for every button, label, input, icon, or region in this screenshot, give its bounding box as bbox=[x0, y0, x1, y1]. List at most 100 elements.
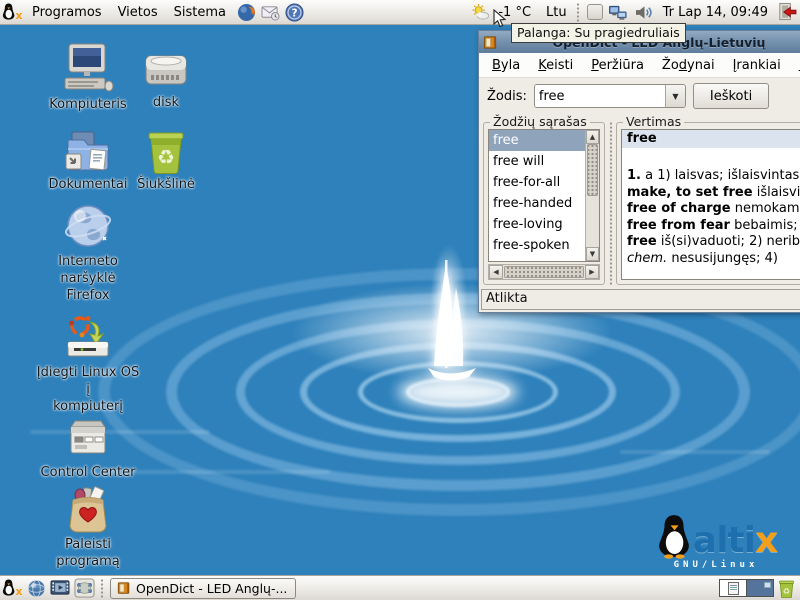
svg-text:x: x bbox=[15, 585, 22, 598]
panel-drag-handle[interactable] bbox=[574, 3, 583, 22]
menubar-item-byla[interactable]: Byla bbox=[483, 55, 529, 76]
watermark-brand-text: alti bbox=[693, 523, 755, 559]
desktop-icon-label: Šiukšlinė bbox=[137, 177, 195, 194]
menubar-item-keisti[interactable]: Keisti bbox=[529, 55, 582, 76]
desktop-icon-run-program[interactable]: Paleisti programą bbox=[36, 486, 140, 571]
combobox-dropdown-button[interactable]: ▼ bbox=[665, 85, 685, 107]
clock[interactable]: Tr Lap 14, 09:49 bbox=[660, 5, 771, 20]
taskbar-window-label: OpenDict - LED Anglų-... bbox=[136, 581, 287, 596]
horizontal-scrollbar[interactable]: ◀ ▶ bbox=[488, 264, 600, 280]
svg-text:♻: ♻ bbox=[157, 145, 175, 169]
watermark-subtitle: GNU/Linux bbox=[640, 560, 792, 570]
trash-applet-icon[interactable]: ♻ bbox=[774, 577, 798, 599]
desktop-icon-label: Interneto naršyklė Firefox bbox=[36, 254, 140, 305]
workspace-window-thumbnail bbox=[728, 582, 739, 595]
desktop-icon-control-center[interactable]: Control Center bbox=[36, 420, 140, 482]
web-globe-icon bbox=[63, 201, 113, 251]
documents-folder-icon bbox=[62, 128, 114, 174]
desktop-icon-label: Control Center bbox=[41, 465, 136, 482]
desktop-icon-disk[interactable]: disk bbox=[114, 48, 218, 112]
word-list-item[interactable]: free-loving bbox=[489, 214, 585, 235]
panel-drag-handle[interactable] bbox=[97, 579, 106, 598]
word-combobox: ▼ bbox=[534, 84, 686, 108]
pane-splitter[interactable] bbox=[607, 122, 614, 285]
search-label: Žodis: bbox=[487, 89, 527, 104]
word-list-item[interactable]: free-handed bbox=[489, 193, 585, 214]
scrollbar-thumb[interactable] bbox=[504, 266, 584, 278]
word-list-item[interactable]: free will bbox=[489, 151, 585, 172]
translation-view[interactable]: free 1. a 1) laisvas; išlaisvintas; toma… bbox=[621, 129, 800, 280]
word-input[interactable] bbox=[535, 85, 665, 107]
word-list-item[interactable]: free-for-all bbox=[489, 172, 585, 193]
firefox-launcher-icon[interactable] bbox=[234, 1, 258, 23]
watermark-brand-x: x bbox=[755, 523, 777, 559]
baltix-menu-icon[interactable]: x bbox=[0, 1, 24, 23]
svg-text:♻: ♻ bbox=[782, 585, 789, 595]
translation-frame: Vertimas free 1. a 1) laisvas; išlaisvin… bbox=[616, 122, 800, 285]
menu-programos[interactable]: Programos bbox=[24, 3, 110, 22]
taskbar-window-button[interactable]: OpenDict - LED Anglų-... bbox=[110, 578, 296, 599]
menubar-item-įrankiai[interactable]: Įrankiai bbox=[724, 55, 790, 76]
workspace-2[interactable] bbox=[747, 580, 773, 596]
search-button[interactable]: Ieškoti bbox=[693, 83, 769, 109]
menu-vietos[interactable]: Vietos bbox=[110, 3, 166, 22]
desktop-icon-firefox[interactable]: Interneto naršyklė Firefox bbox=[36, 201, 140, 305]
translation-line: free of charge nemokama bbox=[627, 201, 800, 218]
word-listbox: freefree willfree-for-allfree-handedfree… bbox=[488, 129, 600, 262]
opendict-menubar: BylaKeistiPeržiūraŽodynaiĮrankiaiPagalba bbox=[479, 53, 800, 78]
workspace-switcher[interactable] bbox=[719, 579, 774, 597]
translation-frame-title: Vertimas bbox=[623, 114, 684, 129]
bottom-panel: x bbox=[0, 575, 800, 600]
translation-text: 1. a 1) laisvas; išlaisvintas; tomake, t… bbox=[622, 148, 800, 267]
word-list-item[interactable]: free bbox=[489, 130, 585, 151]
vertical-scrollbar[interactable]: ▲ ▼ bbox=[585, 130, 599, 261]
scroll-down-button[interactable]: ▼ bbox=[586, 247, 599, 261]
desktop-icon-siuksline[interactable]: ♻ Šiukšlinė bbox=[114, 128, 218, 194]
scroll-left-button[interactable]: ◀ bbox=[489, 265, 503, 279]
opendict-window: OpenDict - LED Anglų-Lietuvių BylaKeisti… bbox=[478, 30, 800, 313]
translation-line: free from fear bebaimis; to bbox=[627, 218, 800, 235]
menubar-item-peržiūra[interactable]: Peržiūra bbox=[582, 55, 653, 76]
penguin-icon bbox=[655, 513, 693, 559]
desktop-icon-install-linux[interactable]: Įdiegti Linux OS į kompiuterį bbox=[36, 314, 140, 416]
top-panel-right-group: -1 °C Ltu Tr Lap 14, 0 bbox=[468, 1, 800, 23]
scroll-up-button[interactable]: ▲ bbox=[586, 130, 599, 144]
baltix-panel-icon[interactable]: x bbox=[0, 577, 24, 599]
translation-line: chem. nesusijungęs; 4) bbox=[627, 251, 800, 268]
chevron-down-icon: ▼ bbox=[672, 92, 678, 101]
baltix-watermark: altix GNU/Linux bbox=[640, 513, 792, 570]
mail-launcher-icon[interactable] bbox=[258, 1, 282, 23]
run-program-icon bbox=[65, 486, 111, 534]
desktop-screen: altix GNU/Linux Kompiuteris disk bbox=[0, 0, 800, 600]
word-list-frame-title: Žodžių sąrašas bbox=[490, 114, 590, 129]
logout-icon[interactable] bbox=[774, 1, 798, 23]
trash-icon: ♻ bbox=[143, 128, 189, 174]
media-player-launcher-icon[interactable] bbox=[48, 577, 72, 599]
window-content: Žodžių sąrašas freefree willfree-for-all… bbox=[479, 114, 800, 287]
workspace-1-active[interactable] bbox=[720, 580, 747, 596]
top-panel: x Programos Vietos Sistema bbox=[0, 0, 800, 25]
control-center-icon bbox=[63, 420, 113, 462]
volume-icon[interactable] bbox=[633, 1, 657, 23]
harddisk-icon bbox=[141, 48, 191, 92]
word-list: freefree willfree-for-allfree-handedfree… bbox=[489, 130, 585, 261]
scroll-right-button[interactable]: ▶ bbox=[585, 265, 599, 279]
menubar-item-žodynai[interactable]: Žodynai bbox=[653, 55, 724, 76]
menu-sistema[interactable]: Sistema bbox=[166, 3, 234, 22]
show-desktop-button[interactable] bbox=[72, 577, 96, 599]
word-list-frame: Žodžių sąrašas freefree willfree-for-all… bbox=[483, 122, 605, 285]
translation-line: make, to set free išlaisvin bbox=[627, 185, 800, 202]
translation-headword: free bbox=[622, 130, 800, 148]
menubar-item-pagalba[interactable]: Pagalba bbox=[790, 55, 800, 76]
weather-icon[interactable] bbox=[468, 1, 492, 23]
workspace-window-thumbnail bbox=[764, 582, 771, 588]
svg-text:?: ? bbox=[291, 7, 297, 19]
tray-icon[interactable] bbox=[587, 4, 603, 20]
scrollbar-thumb[interactable] bbox=[587, 144, 598, 196]
help-launcher-icon[interactable]: ? bbox=[282, 1, 306, 23]
network-monitor-icon[interactable] bbox=[606, 1, 630, 23]
keyboard-layout-indicator[interactable]: Ltu bbox=[543, 5, 570, 20]
word-list-item[interactable]: free-spoken bbox=[489, 235, 585, 256]
translation-line: 1. a 1) laisvas; išlaisvintas; to bbox=[627, 168, 800, 185]
web-browser-launcher-icon[interactable] bbox=[24, 577, 48, 599]
